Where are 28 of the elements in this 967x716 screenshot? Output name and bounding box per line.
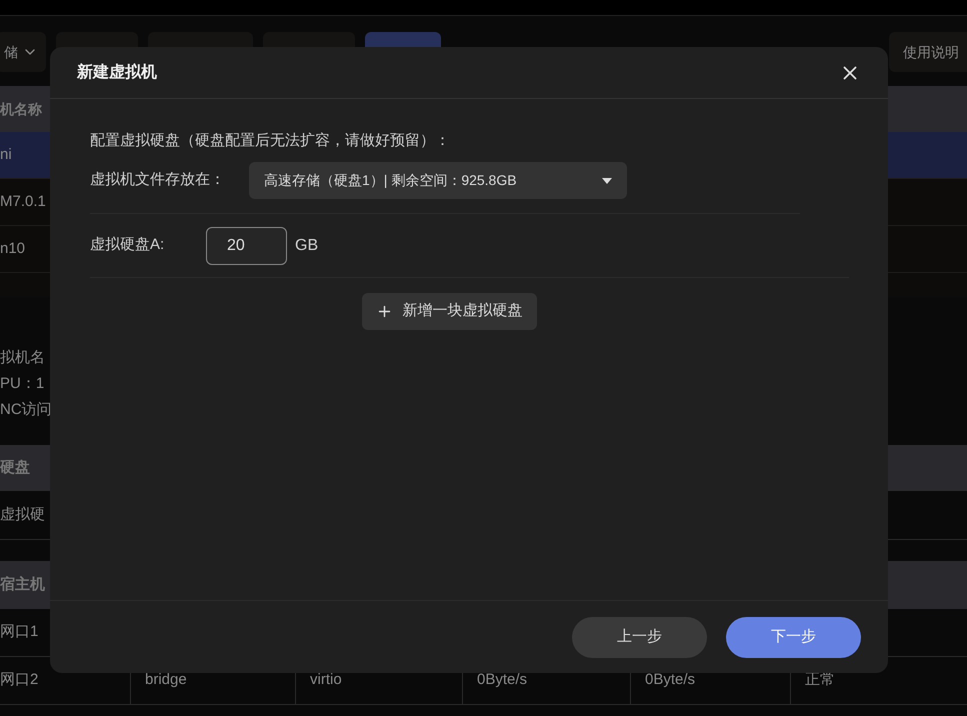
field-label: 虚拟机文件存放在：	[90, 170, 226, 190]
detail-text: NC访问	[0, 400, 53, 420]
column-header: 硬盘	[0, 458, 30, 478]
table-cell-text: 0Byte/s	[645, 670, 696, 690]
table-cell-text: M7.0.1	[0, 192, 46, 212]
detail-text: 拟机名	[0, 348, 46, 368]
table-cell-text: 虚拟硬	[0, 504, 45, 525]
column-header: 宿主机	[0, 574, 45, 595]
add-disk-button[interactable]: 新增一块虚拟硬盘	[362, 293, 536, 330]
next-button[interactable]: 下一步	[726, 616, 861, 658]
table-cell-text: ni	[0, 144, 12, 165]
storage-dropdown[interactable]: 储	[0, 32, 46, 72]
table-cell-text: 0Byte/s	[477, 670, 528, 690]
help-button[interactable]: 使用说明	[889, 32, 967, 72]
table-cell-text: 网口2	[0, 670, 38, 690]
storage-select[interactable]: 高速存储（硬盘1）| 剩余空间：925.8GB	[249, 162, 627, 199]
detail-text: PU：1	[0, 374, 46, 394]
disk-size-input[interactable]: 20	[206, 226, 287, 264]
table-cell-text: n10	[0, 238, 26, 259]
field-label: 虚拟硬盘A:	[90, 235, 166, 256]
section-title: 配置虚拟硬盘（硬盘配置后无法扩容，请做好预留）：	[90, 131, 451, 151]
table-cell-text: bridge	[145, 670, 187, 690]
unit-label: GB	[295, 236, 318, 256]
back-button[interactable]: 上一步	[572, 616, 707, 658]
table-cell-text: 网口1	[0, 622, 38, 642]
column-header: 机名称	[0, 100, 42, 118]
dialog-title: 新建虚拟机	[77, 62, 157, 82]
table-cell-text: virtio	[310, 670, 342, 690]
